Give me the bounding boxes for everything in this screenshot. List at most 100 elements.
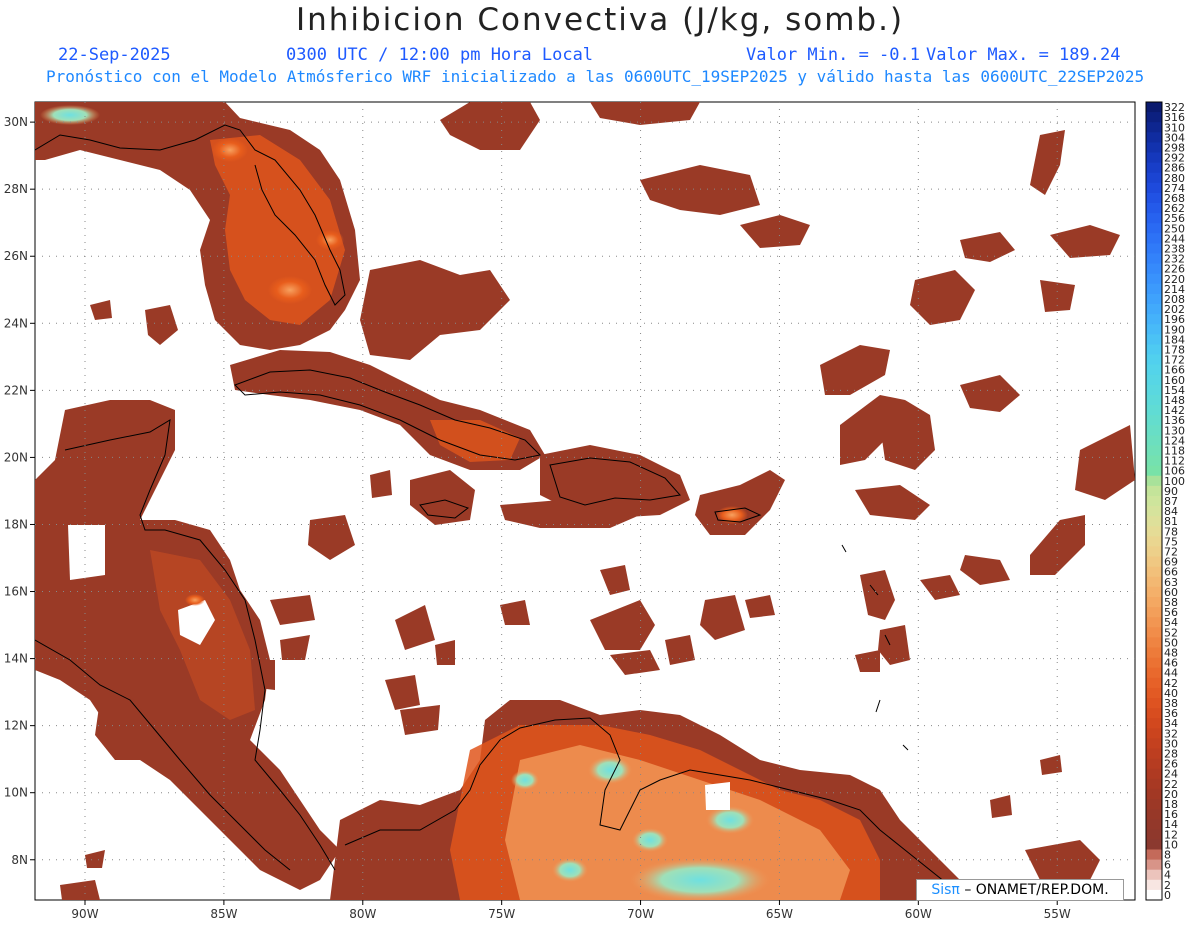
colorbar-swatch-78 <box>1146 526 1162 537</box>
lat-tick-label: 12N <box>4 719 28 733</box>
lon-tick-label: 70W <box>627 907 654 921</box>
lat-tick-label: 26N <box>4 249 28 263</box>
credit-logo: Sisπ <box>931 882 960 898</box>
colorbar-swatch-63 <box>1146 576 1162 588</box>
colorbar-swatch-32 <box>1146 728 1162 739</box>
colorbar-swatch-124 <box>1146 435 1162 446</box>
colorbar-swatch-256 <box>1146 213 1162 224</box>
lat-tick-label: 16N <box>4 585 28 599</box>
colorbar-swatch-30 <box>1146 738 1162 749</box>
colorbar-swatch-196 <box>1146 314 1162 325</box>
colorbar-swatch-172 <box>1146 354 1162 366</box>
lat-tick-label: 22N <box>4 383 28 397</box>
colorbar-swatch-286 <box>1146 162 1162 174</box>
colorbar-swatch-46 <box>1146 657 1162 669</box>
colorbar-swatch-244 <box>1146 233 1162 244</box>
colorbar-swatch-0 <box>1146 889 1162 901</box>
colorbar-swatch-34 <box>1146 718 1162 729</box>
colorbar-swatch-214 <box>1146 283 1162 295</box>
colorbar-swatch-36 <box>1146 708 1162 719</box>
cin-blob-sa-hole <box>705 782 730 810</box>
credit-box: Sisπ – ONAMET/REP.DOM. <box>916 879 1124 901</box>
colorbar-swatch-106 <box>1146 465 1162 477</box>
cin-blob-car11 <box>665 635 695 665</box>
colorbar-swatch-154 <box>1146 384 1162 396</box>
colorbar-swatch-6 <box>1146 859 1162 871</box>
colorbar-swatch-50 <box>1146 637 1162 648</box>
cin-blob-car16 <box>370 470 392 498</box>
colorbar-swatch-14 <box>1146 819 1162 830</box>
lon-tick-label: 90W <box>71 907 98 921</box>
lat-tick-label: 20N <box>4 450 28 464</box>
colorbar-swatch-274 <box>1146 182 1162 194</box>
colorbar-swatch-238 <box>1146 243 1162 254</box>
colorbar-swatch-310 <box>1146 122 1162 133</box>
colorbar-swatch-12 <box>1146 829 1162 840</box>
colorbar-swatch-56 <box>1146 607 1162 618</box>
colorbar-swatch-28 <box>1146 748 1162 759</box>
colorbar-swatch-184 <box>1146 334 1162 345</box>
colorbar-swatch-166 <box>1146 364 1162 376</box>
colorbar-swatch-250 <box>1146 223 1162 234</box>
credit-text: – ONAMET/REP.DOM. <box>964 882 1109 898</box>
colorbar-swatch-160 <box>1146 374 1162 386</box>
colorbar-swatch-84 <box>1146 506 1162 517</box>
colorbar-swatch-226 <box>1146 263 1162 275</box>
colorbar-swatch-26 <box>1146 758 1162 770</box>
colorbar-swatch-130 <box>1146 425 1162 436</box>
colorbar-swatch-42 <box>1146 677 1162 689</box>
colorbar-swatch-322 <box>1146 102 1162 113</box>
colorbar-swatch-38 <box>1146 697 1162 709</box>
colorbar-swatch-112 <box>1146 455 1162 467</box>
lon-tick-label: 80W <box>349 907 376 921</box>
colorbar-swatch-292 <box>1146 152 1162 164</box>
colorbar-swatch-304 <box>1146 132 1162 143</box>
lon-tick-label: 60W <box>905 907 932 921</box>
lon-tick-label: 55W <box>1044 907 1071 921</box>
colorbar-swatch-52 <box>1146 627 1162 638</box>
colorbar-swatch-208 <box>1146 293 1162 305</box>
lat-tick-label: 8N <box>11 853 28 867</box>
colorbar-swatch-262 <box>1146 203 1162 214</box>
lat-tick-label: 30N <box>4 115 28 129</box>
colorbar-label: 0 <box>1164 889 1171 902</box>
colorbar-swatch-202 <box>1146 304 1162 315</box>
cin-map: 90W 85W 80W 75W 70W 65W 60W 55W 30N 28N 26N 24N 22N… <box>4 101 1185 921</box>
colorbar-swatch-316 <box>1146 112 1162 123</box>
colorbar: 3223163103042982922862802742682622562502… <box>1145 101 1185 902</box>
colorbar-swatch-66 <box>1146 566 1162 578</box>
colorbar-swatch-60 <box>1146 586 1162 598</box>
lon-tick-label: 85W <box>210 907 237 921</box>
colorbar-swatch-44 <box>1146 667 1162 679</box>
colorbar-swatch-4 <box>1146 869 1162 881</box>
lat-tick-label: 18N <box>4 517 28 531</box>
colorbar-swatch-136 <box>1146 415 1162 426</box>
colorbar-swatch-81 <box>1146 516 1162 527</box>
colorbar-swatch-58 <box>1146 596 1162 608</box>
colorbar-swatch-40 <box>1146 687 1162 699</box>
colorbar-swatch-178 <box>1146 344 1162 355</box>
colorbar-swatch-48 <box>1146 647 1162 658</box>
longitude-ticks: 90W 85W 80W 75W 70W 65W 60W 55W <box>71 900 1071 921</box>
cin-blob-car9 <box>400 705 440 735</box>
colorbar-swatch-69 <box>1146 556 1162 568</box>
colorbar-swatch-16 <box>1146 809 1162 820</box>
colorbar-swatch-24 <box>1146 768 1162 780</box>
lat-tick-label: 10N <box>4 786 28 800</box>
colorbar-swatch-268 <box>1146 192 1162 204</box>
colorbar-swatch-280 <box>1146 172 1162 184</box>
colorbar-swatch-8 <box>1146 849 1162 860</box>
colorbar-swatch-90 <box>1146 485 1162 497</box>
colorbar-swatch-142 <box>1146 405 1162 416</box>
colorbar-swatch-54 <box>1146 617 1162 628</box>
colorbar-swatch-232 <box>1146 253 1162 265</box>
colorbar-swatch-2 <box>1146 879 1162 891</box>
colorbar-swatch-100 <box>1146 475 1162 487</box>
colorbar-swatch-22 <box>1146 778 1162 790</box>
lat-tick-label: 28N <box>4 182 28 196</box>
colorbar-swatch-20 <box>1146 788 1162 800</box>
colorbar-swatch-118 <box>1146 445 1162 456</box>
colorbar-swatch-148 <box>1146 394 1162 406</box>
colorbar-swatch-190 <box>1146 324 1162 335</box>
colorbar-swatch-87 <box>1146 495 1162 507</box>
